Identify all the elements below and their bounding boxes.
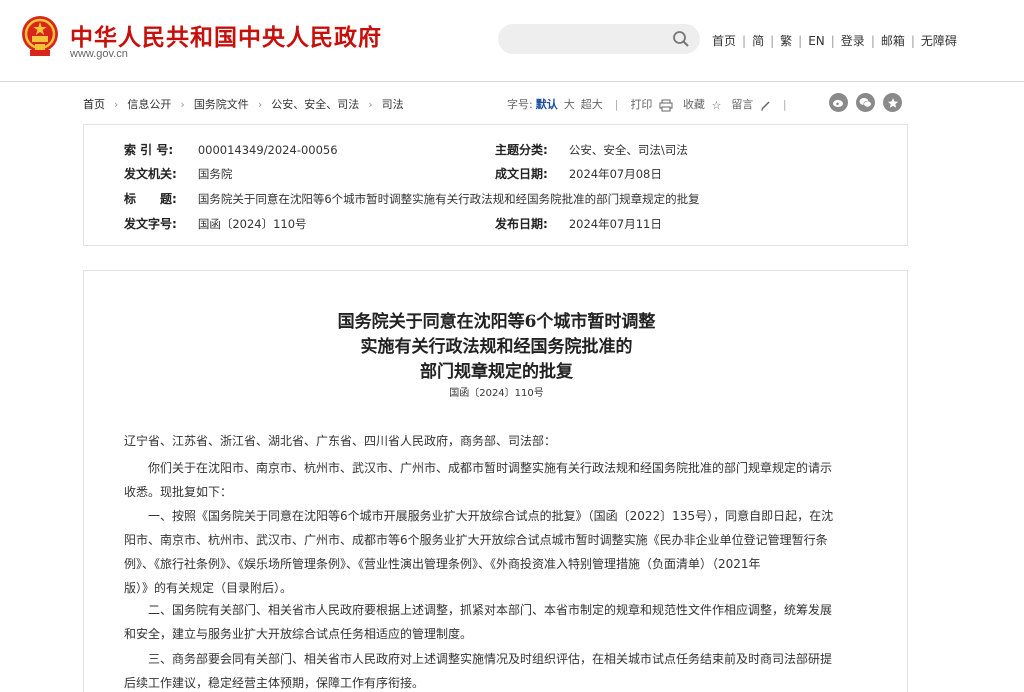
chevron-right-icon: › <box>368 97 373 111</box>
nav-login[interactable]: 登录 <box>841 32 865 49</box>
info-title-row: 标 题: 国务院关于同意在沈阳等6个城市暂时调整实施有关行政法规和经国务院批准的… <box>124 190 700 207</box>
site-title[interactable]: 中华人民共和国中央人民政府 <box>70 18 382 52</box>
search-box[interactable] <box>498 24 700 54</box>
font-size-large[interactable]: 大 <box>564 96 575 112</box>
info-index-value: 000014349/2024-00056 <box>197 143 338 157</box>
info-issuer-label: 发文机关: <box>124 167 177 181</box>
comment-button[interactable]: 留言 <box>731 96 771 112</box>
info-topic-label: 主题分类: <box>495 143 548 157</box>
article-doc-number: 国函〔2024〕110号 <box>449 388 544 399</box>
nav-english[interactable]: EN <box>808 34 825 48</box>
chevron-right-icon: › <box>180 97 185 111</box>
nav-mailbox[interactable]: 邮箱 <box>881 32 905 49</box>
nav-separator: | <box>830 33 835 48</box>
article-paragraph-1: 你们关于在沈阳市、南京市、杭州市、武汉市、广州市、成都市暂时调整实施有关行政法规… <box>124 456 869 504</box>
breadcrumb-state-council-docs[interactable]: 国务院文件 <box>194 96 249 112</box>
share-buttons <box>829 93 902 112</box>
paragraph-line: 和安全，建立与服务业扩大开放综合试点任务相适应的管理制度。 <box>124 627 473 641</box>
tools-separator: | <box>782 97 787 111</box>
article-tools: 字号: 默认 大 超大 | 打印 收藏 ☆ 留言 | <box>507 96 799 112</box>
document-info-table: 索 引 号: 000014349/2024-00056 主题分类: 公安、安全、… <box>83 124 908 246</box>
nav-separator: | <box>870 33 875 48</box>
article-body: 国务院关于同意在沈阳等6个城市暂时调整 实施有关行政法规和经国务院批准的 部门规… <box>83 270 908 692</box>
font-size-default[interactable]: 默认 <box>536 96 558 112</box>
paragraph-line: 辽宁省、江苏省、浙江省、湖北省、广东省、四川省人民政府，商务部、司法部： <box>124 434 557 448</box>
wechat-share-icon[interactable] <box>856 93 875 112</box>
info-index-row: 索 引 号: 000014349/2024-00056 <box>124 141 338 158</box>
site-url: www.gov.cn <box>70 48 128 60</box>
weibo-share-icon[interactable] <box>829 93 848 112</box>
favorite-button[interactable]: 收藏 ☆ <box>683 96 721 112</box>
breadcrumb-home[interactable]: 首页 <box>83 96 105 112</box>
font-size-label: 字号: <box>507 98 533 111</box>
paragraph-line: 你们关于在沈阳市、南京市、杭州市、武汉市、广州市、成都市暂时调整实施有关行政法规… <box>124 461 833 475</box>
info-title-value: 国务院关于同意在沈阳等6个城市暂时调整实施有关行政法规和经国务院批准的部门规章规… <box>197 192 700 206</box>
national-emblem-icon[interactable] <box>20 14 60 58</box>
comment-label: 留言 <box>731 98 754 111</box>
printer-icon <box>659 99 673 111</box>
info-title-label: 标 题: <box>124 192 177 206</box>
top-nav: 首页 | 简 | 繁 | EN | 登录 | 邮箱 | 无障碍 <box>712 32 957 49</box>
nav-separator: | <box>770 33 775 48</box>
info-date-label: 成文日期: <box>495 167 548 181</box>
tools-separator: | <box>614 97 619 111</box>
article-paragraph-4: 三、商务部要会同有关部门、相关省市人民政府对上述调整实施情况及时组织评估，在相关… <box>124 647 869 692</box>
breadcrumb: 首页 › 信息公开 › 国务院文件 › 公安、安全、司法 › 司法 <box>83 96 404 112</box>
info-pub-value: 2024年07月11日 <box>568 217 662 231</box>
info-pub-row: 发布日期: 2024年07月11日 <box>495 215 662 232</box>
info-issuer-value: 国务院 <box>197 167 233 181</box>
article-title-line: 部门规章规定的批复 <box>420 362 573 382</box>
search-icon[interactable] <box>672 30 690 48</box>
article-title-line: 国务院关于同意在沈阳等6个城市暂时调整 <box>337 312 656 332</box>
article-paragraph-2: 一、按照《国务院关于同意在沈阳等6个城市开展服务业扩大开放综合试点的批复》（国函… <box>124 504 869 600</box>
site-header: 中华人民共和国中央人民政府 www.gov.cn 首页 | 简 | 繁 | EN… <box>0 0 1024 82</box>
info-docno-row: 发文字号: 国函〔2024〕110号 <box>124 215 307 232</box>
paragraph-line: 收悉。现批复如下： <box>124 485 233 499</box>
paragraph-line: 后续工作建议，稳定经营主体预期，保障工作有序衔接。 <box>124 676 425 690</box>
chevron-right-icon: › <box>257 97 263 111</box>
paragraph-line: 一、按照《国务院关于同意在沈阳等6个城市开展服务业扩大开放综合试点的批复》（国函… <box>124 509 834 523</box>
info-docno-label: 发文字号: <box>124 217 177 231</box>
nav-accessibility[interactable]: 无障碍 <box>921 32 957 49</box>
nav-traditional[interactable]: 繁 <box>780 32 792 49</box>
search-input[interactable] <box>510 28 660 50</box>
article-addressee: 辽宁省、江苏省、浙江省、湖北省、广东省、四川省人民政府，商务部、司法部： <box>124 429 869 453</box>
paragraph-line: 二、国务院有关部门、相关省市人民政府要根据上述调整，抓紧对本部门、本省市制定的规… <box>124 603 833 617</box>
nav-separator: | <box>742 33 747 48</box>
nav-home[interactable]: 首页 <box>712 32 736 49</box>
info-docno-value: 国函〔2024〕110号 <box>197 217 307 231</box>
nav-simplified[interactable]: 简 <box>752 32 764 49</box>
font-size-xlarge[interactable]: 超大 <box>581 96 603 112</box>
paragraph-line: 三、商务部要会同有关部门、相关省市人民政府对上述调整实施情况及时组织评估，在相关… <box>124 652 833 666</box>
article-paragraph-3: 二、国务院有关部门、相关省市人民政府要根据上述调整，抓紧对本部门、本省市制定的规… <box>124 598 869 646</box>
info-topic-row: 主题分类: 公安、安全、司法\司法 <box>495 141 688 158</box>
info-pub-label: 发布日期: <box>495 217 548 231</box>
qzone-share-icon[interactable] <box>883 93 902 112</box>
article-title-line: 实施有关行政法规和经国务院批准的 <box>360 337 633 357</box>
star-icon: ☆ <box>711 98 722 112</box>
breadcrumb-justice[interactable]: 司法 <box>382 96 404 112</box>
paragraph-line: 阳市、南京市、杭州市、武汉市、广州市、成都市等6个服务业扩大开放综合试点城市暂时… <box>124 533 828 547</box>
info-index-label: 索 引 号: <box>124 143 174 157</box>
info-date-value: 2024年07月08日 <box>568 167 662 181</box>
nav-separator: | <box>910 33 915 48</box>
nav-separator: | <box>798 33 803 48</box>
chevron-right-icon: › <box>114 97 119 111</box>
print-label: 打印 <box>630 98 653 111</box>
info-date-row: 成文日期: 2024年07月08日 <box>495 165 662 182</box>
info-issuer-row: 发文机关: 国务院 <box>124 165 232 182</box>
pencil-icon <box>760 100 770 110</box>
info-topic-value: 公安、安全、司法\司法 <box>568 143 688 157</box>
print-button[interactable]: 打印 <box>630 96 673 112</box>
paragraph-line: 版）》的有关规定（目录附后）。 <box>124 581 293 595</box>
breadcrumb-security-justice[interactable]: 公安、安全、司法 <box>271 96 359 112</box>
breadcrumb-info-public[interactable]: 信息公开 <box>127 96 171 112</box>
favorite-label: 收藏 <box>682 98 705 111</box>
paragraph-line: 例》、《旅行社条例》、《娱乐场所管理条例》、《营业性演出管理条例》、《外商投资准… <box>124 557 761 571</box>
